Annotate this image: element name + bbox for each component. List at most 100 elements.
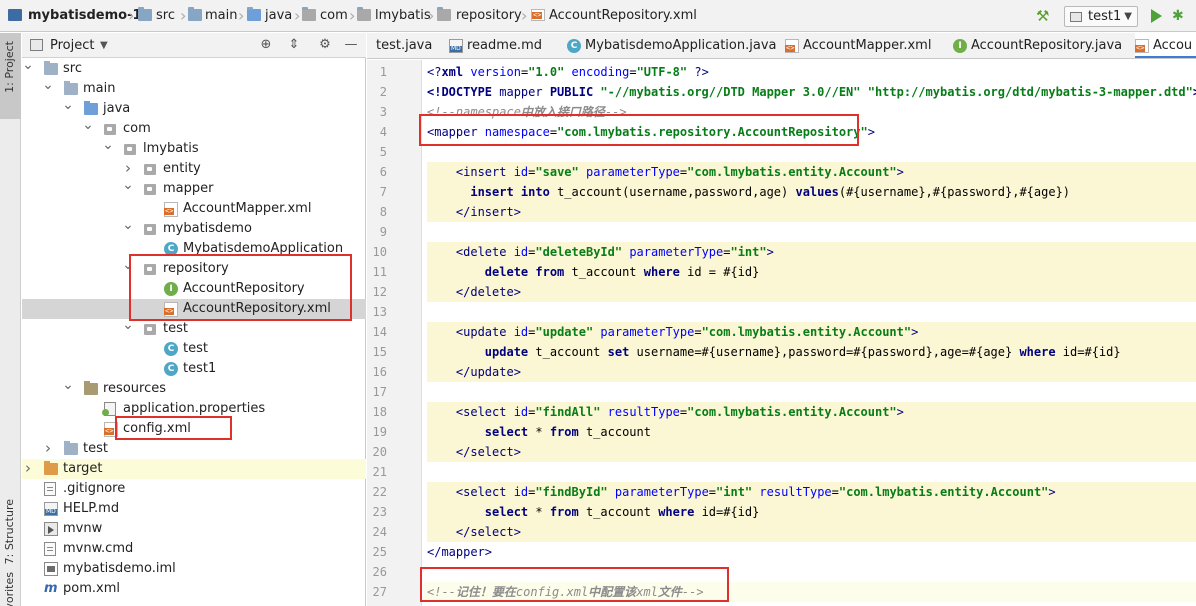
code-line[interactable]: <update id="update" parameterType="com.l… — [427, 322, 1196, 342]
code-line[interactable]: select * from t_account — [427, 422, 1196, 442]
tree-row[interactable]: ⌄ com — [22, 118, 366, 139]
code-line[interactable]: <select id="findById" parameterType="int… — [427, 482, 1196, 502]
tree-row[interactable]: ⌄ lmybatis — [22, 138, 366, 159]
locate-icon[interactable]: ⊕ — [257, 36, 275, 54]
breadcrumb-repository[interactable]: repository — [456, 0, 522, 32]
structure-tool-button[interactable]: 7: Structure — [0, 463, 21, 583]
tree-row[interactable]: ⌄ java — [22, 98, 366, 119]
run-configuration-dropdown[interactable]: test1 ▼ — [1064, 6, 1138, 27]
code-line[interactable]: </mapper> — [427, 542, 1196, 562]
code-line[interactable]: <!--记住！要在config.xml中配置该xml文件--> — [427, 582, 1196, 602]
tree-row[interactable]: › target — [22, 459, 366, 479]
tree-row[interactable]: › test — [22, 439, 366, 459]
editor-tab[interactable]: test.java — [373, 33, 449, 58]
debug-button[interactable]: ✱ — [1172, 7, 1190, 25]
breadcrumb-src[interactable]: src — [156, 0, 175, 32]
code-line[interactable] — [427, 382, 1196, 402]
tree-row[interactable]: Ctest1 — [22, 359, 366, 379]
chevron-down-icon[interactable]: ⌄ — [122, 218, 134, 239]
tree-row[interactable]: C MybatisdemoApplication — [22, 239, 366, 259]
code-token: id=#{id} — [701, 505, 760, 519]
code-editor[interactable]: 1 2 3 4 5 6 7 8 9 10 11 12 13 14 15 16 17 18 19 20 21 22 23 24 2… — [367, 60, 1196, 606]
code-line[interactable] — [427, 462, 1196, 482]
tree-row[interactable]: application.properties — [22, 399, 366, 419]
code-line[interactable]: <mapper namespace="com.lmybatis.reposito… — [427, 122, 1196, 142]
tree-row[interactable]: ⌄ main — [22, 78, 366, 99]
code-line[interactable]: <insert id="save" parameterType="com.lmy… — [427, 162, 1196, 182]
gear-icon[interactable]: ⚙ — [316, 36, 334, 54]
project-tool-button[interactable]: 1: Project — [0, 33, 21, 119]
code-line[interactable]: <delete id="deleteById" parameterType="i… — [427, 242, 1196, 262]
tree-row[interactable]: ⌄ repository — [22, 258, 366, 279]
tree-row[interactable]: ⌄ test — [22, 318, 366, 339]
code-line[interactable]: </select> — [427, 522, 1196, 542]
code-line[interactable]: <!--namespace中放入接口路径--> — [427, 102, 1196, 122]
tree-row[interactable]: HELP.md — [22, 499, 366, 519]
code-token: from — [549, 425, 586, 439]
breadcrumb-lmybatis[interactable]: lmybatis — [375, 0, 431, 32]
editor-tab[interactable]: I AccountRepository.java — [953, 33, 1135, 58]
code-line[interactable] — [427, 142, 1196, 162]
code-area[interactable]: <?xml version="1.0" encoding="UTF-8" ?> <… — [423, 60, 1196, 606]
favorites-tool-button[interactable]: Favorites — [0, 568, 21, 606]
chevron-down-icon[interactable]: ⌄ — [22, 59, 34, 79]
chevron-down-icon[interactable]: ⌄ — [122, 258, 134, 279]
chevron-down-icon[interactable]: ▼ — [100, 33, 108, 58]
collapse-all-icon[interactable]: ⇕ — [285, 36, 303, 54]
code-line[interactable]: <select id="findAll" resultType="com.lmy… — [427, 402, 1196, 422]
project-view-title[interactable]: Project — [50, 33, 94, 58]
code-line[interactable]: </delete> — [427, 282, 1196, 302]
tree-row[interactable]: config.xml — [22, 419, 366, 439]
editor-tab[interactable]: readme.md — [449, 33, 567, 58]
chevron-right-icon[interactable]: › — [122, 159, 134, 179]
editor-tab[interactable]: C MybatisdemoApplication.java — [567, 33, 785, 58]
code-token: "com.lmybatis.repository.AccountReposito… — [557, 125, 868, 139]
breadcrumb-main[interactable]: main — [205, 0, 237, 32]
chevron-right-icon[interactable]: › — [22, 459, 34, 479]
tree-row[interactable]: › entity — [22, 159, 366, 179]
code-line[interactable]: </insert> — [427, 202, 1196, 222]
tree-row[interactable]: I AccountRepository — [22, 279, 366, 299]
tree-row[interactable]: Ctest — [22, 339, 366, 359]
tree-row[interactable]: ⌄ mybatisdemo — [22, 218, 366, 239]
build-hammer-icon[interactable]: ⚒ — [1036, 6, 1054, 26]
breadcrumb-file[interactable]: AccountRepository.xml — [549, 0, 697, 32]
chevron-right-icon[interactable]: › — [42, 439, 54, 459]
tree-row[interactable]: ⌄ resources — [22, 378, 366, 399]
breadcrumb-project[interactable]: mybatisdemo-1 — [28, 0, 142, 32]
tree-row[interactable]: mvnw.cmd — [22, 539, 366, 559]
code-line[interactable]: </update> — [427, 362, 1196, 382]
editor-tab[interactable]: Accou — [1135, 33, 1196, 58]
tree-row[interactable]: m pom.xml — [22, 579, 366, 599]
editor-tab[interactable]: AccountMapper.xml — [785, 33, 953, 58]
breadcrumb-java[interactable]: java — [265, 0, 292, 32]
tree-row[interactable]: ⌄ src — [22, 59, 366, 79]
chevron-down-icon[interactable]: ⌄ — [102, 138, 114, 159]
chevron-down-icon[interactable]: ⌄ — [122, 318, 134, 339]
code-line[interactable]: update t_account set username=#{username… — [427, 342, 1196, 362]
code-line[interactable] — [427, 222, 1196, 242]
tree-row[interactable]: AccountMapper.xml — [22, 199, 366, 219]
tree-row[interactable]: .gitignore — [22, 479, 366, 499]
tree-row[interactable]: AccountRepository.xml — [22, 299, 366, 319]
breadcrumb-com[interactable]: com — [320, 0, 348, 32]
code-line[interactable]: <!DOCTYPE mapper PUBLIC "-//mybatis.org/… — [427, 82, 1196, 102]
code-line[interactable] — [427, 302, 1196, 322]
chevron-down-icon[interactable]: ⌄ — [122, 178, 134, 199]
hide-panel-icon[interactable]: — — [342, 36, 360, 54]
chevron-down-icon[interactable]: ⌄ — [82, 118, 94, 139]
code-line[interactable]: delete from t_account where id = #{id} — [427, 262, 1196, 282]
run-button[interactable] — [1150, 7, 1164, 25]
chevron-down-icon[interactable]: ⌄ — [62, 98, 74, 119]
code-line[interactable]: </select> — [427, 442, 1196, 462]
code-line[interactable]: <?xml version="1.0" encoding="UTF-8" ?> — [427, 62, 1196, 82]
tree-row[interactable]: mvnw — [22, 519, 366, 539]
chevron-down-icon[interactable]: ⌄ — [62, 378, 74, 399]
code-line[interactable]: select * from t_account where id=#{id} — [427, 502, 1196, 522]
tree-row[interactable]: ⌄ mapper — [22, 178, 366, 199]
chevron-down-icon[interactable]: ⌄ — [42, 78, 54, 99]
code-line[interactable] — [427, 562, 1196, 582]
tree-row[interactable]: mybatisdemo.iml — [22, 559, 366, 579]
code-line[interactable]: insert into t_account(username,password,… — [427, 182, 1196, 202]
